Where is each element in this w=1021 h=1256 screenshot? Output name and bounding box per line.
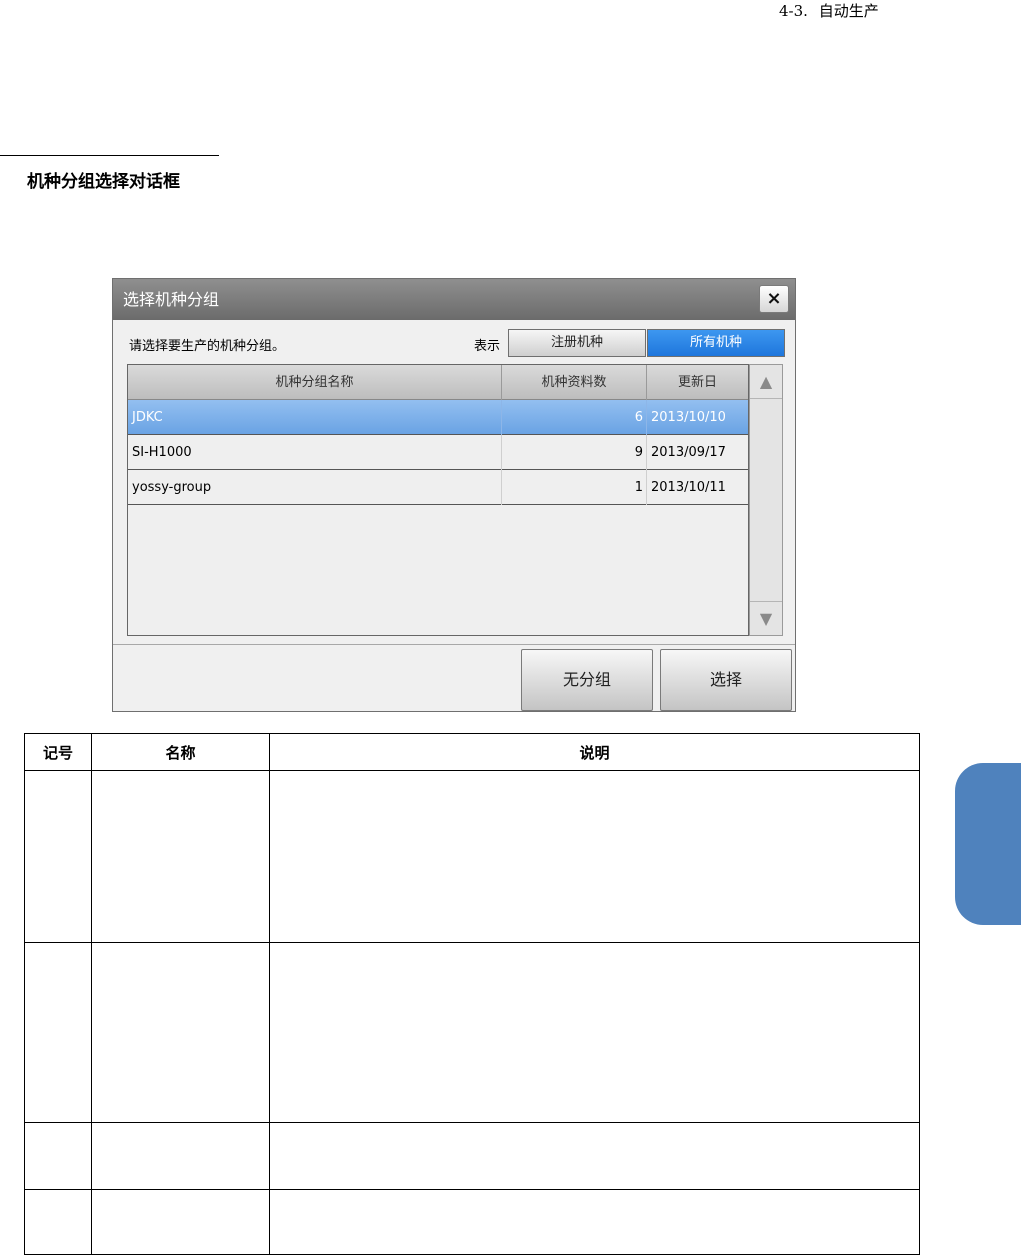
close-button[interactable]: × [759, 285, 789, 313]
arrow-up-icon[interactable]: ▲ [750, 365, 782, 399]
name-cell [91, 770, 270, 943]
symbol-cell [24, 1189, 92, 1255]
update-date-cell: 2013/09/17 [646, 435, 748, 470]
description-cell [269, 770, 920, 943]
all-models-toggle[interactable]: 所有机种 [647, 329, 785, 357]
description-cell [269, 1122, 920, 1190]
data-count-cell: 9 [501, 435, 646, 470]
name-cell [91, 1189, 270, 1255]
description-cell [269, 942, 920, 1123]
group-name-cell: yossy-group [132, 480, 212, 495]
arrow-down-icon[interactable]: ▼ [750, 601, 782, 635]
table-row[interactable]: yossy-group 1 2013/10/11 [128, 470, 748, 505]
symbol-cell [24, 942, 92, 1123]
table-header-row: 记号 名称 说明 [24, 733, 920, 771]
symbol-cell [24, 1122, 92, 1190]
section-number: 4-3. [779, 2, 808, 20]
dialog-prompt: 请选择要生产的机种分组。 [129, 339, 286, 354]
description-table: 记号 名称 说明 [24, 733, 920, 1255]
footer-divider [113, 644, 795, 645]
column-header-name: 名称 [91, 733, 270, 771]
name-cell [91, 942, 270, 1123]
table-row[interactable]: SI-H1000 9 2013/09/17 [128, 435, 748, 470]
group-list-header: 机种分组名称 机种资料数 更新日 [128, 365, 748, 400]
column-header-data-count[interactable]: 机种资料数 [501, 365, 646, 400]
table-row[interactable]: JDKC 6 2013/10/10 [128, 400, 748, 435]
column-header-group-name[interactable]: 机种分组名称 [128, 365, 501, 400]
description-cell [269, 1189, 920, 1255]
registered-models-toggle[interactable]: 注册机种 [508, 329, 646, 357]
table-row [24, 942, 920, 1123]
select-group-dialog: 选择机种分组 × 请选择要生产的机种分组。 表示 注册机种 所有机种 机种分组名… [112, 278, 796, 712]
group-name-cell: SI-H1000 [132, 445, 192, 460]
heading-rule [0, 155, 219, 156]
group-name-cell: JDKC [132, 410, 163, 425]
list-scrollbar[interactable]: ▲ ▼ [749, 364, 783, 636]
dialog-title: 选择机种分组 [113, 279, 795, 320]
no-group-button[interactable]: 无分组 [521, 649, 653, 711]
update-date-cell: 2013/10/11 [646, 470, 748, 505]
table-row [24, 1122, 920, 1190]
update-date-cell: 2013/10/10 [646, 400, 748, 435]
view-label: 表示 [474, 339, 501, 354]
symbol-cell [24, 770, 92, 943]
table-row [24, 1189, 920, 1255]
section-heading: 机种分组选择对话框 [27, 172, 180, 192]
section-title: 自动生产 [818, 2, 879, 20]
group-list: 机种分组名称 机种资料数 更新日 JDKC 6 2013/10/10 SI-H1… [127, 364, 749, 636]
column-header-update-date[interactable]: 更新日 [646, 365, 748, 400]
close-icon: × [766, 288, 782, 309]
data-count-cell: 1 [501, 470, 646, 505]
data-count-cell: 6 [501, 400, 646, 435]
chapter-tab-marker [955, 763, 1021, 925]
page-header: 4-3. 自动生产 [779, 0, 885, 21]
table-row [24, 770, 920, 943]
column-header-symbol: 记号 [24, 733, 92, 771]
select-button[interactable]: 选择 [660, 649, 792, 711]
name-cell [91, 1122, 270, 1190]
column-header-description: 说明 [269, 733, 920, 771]
